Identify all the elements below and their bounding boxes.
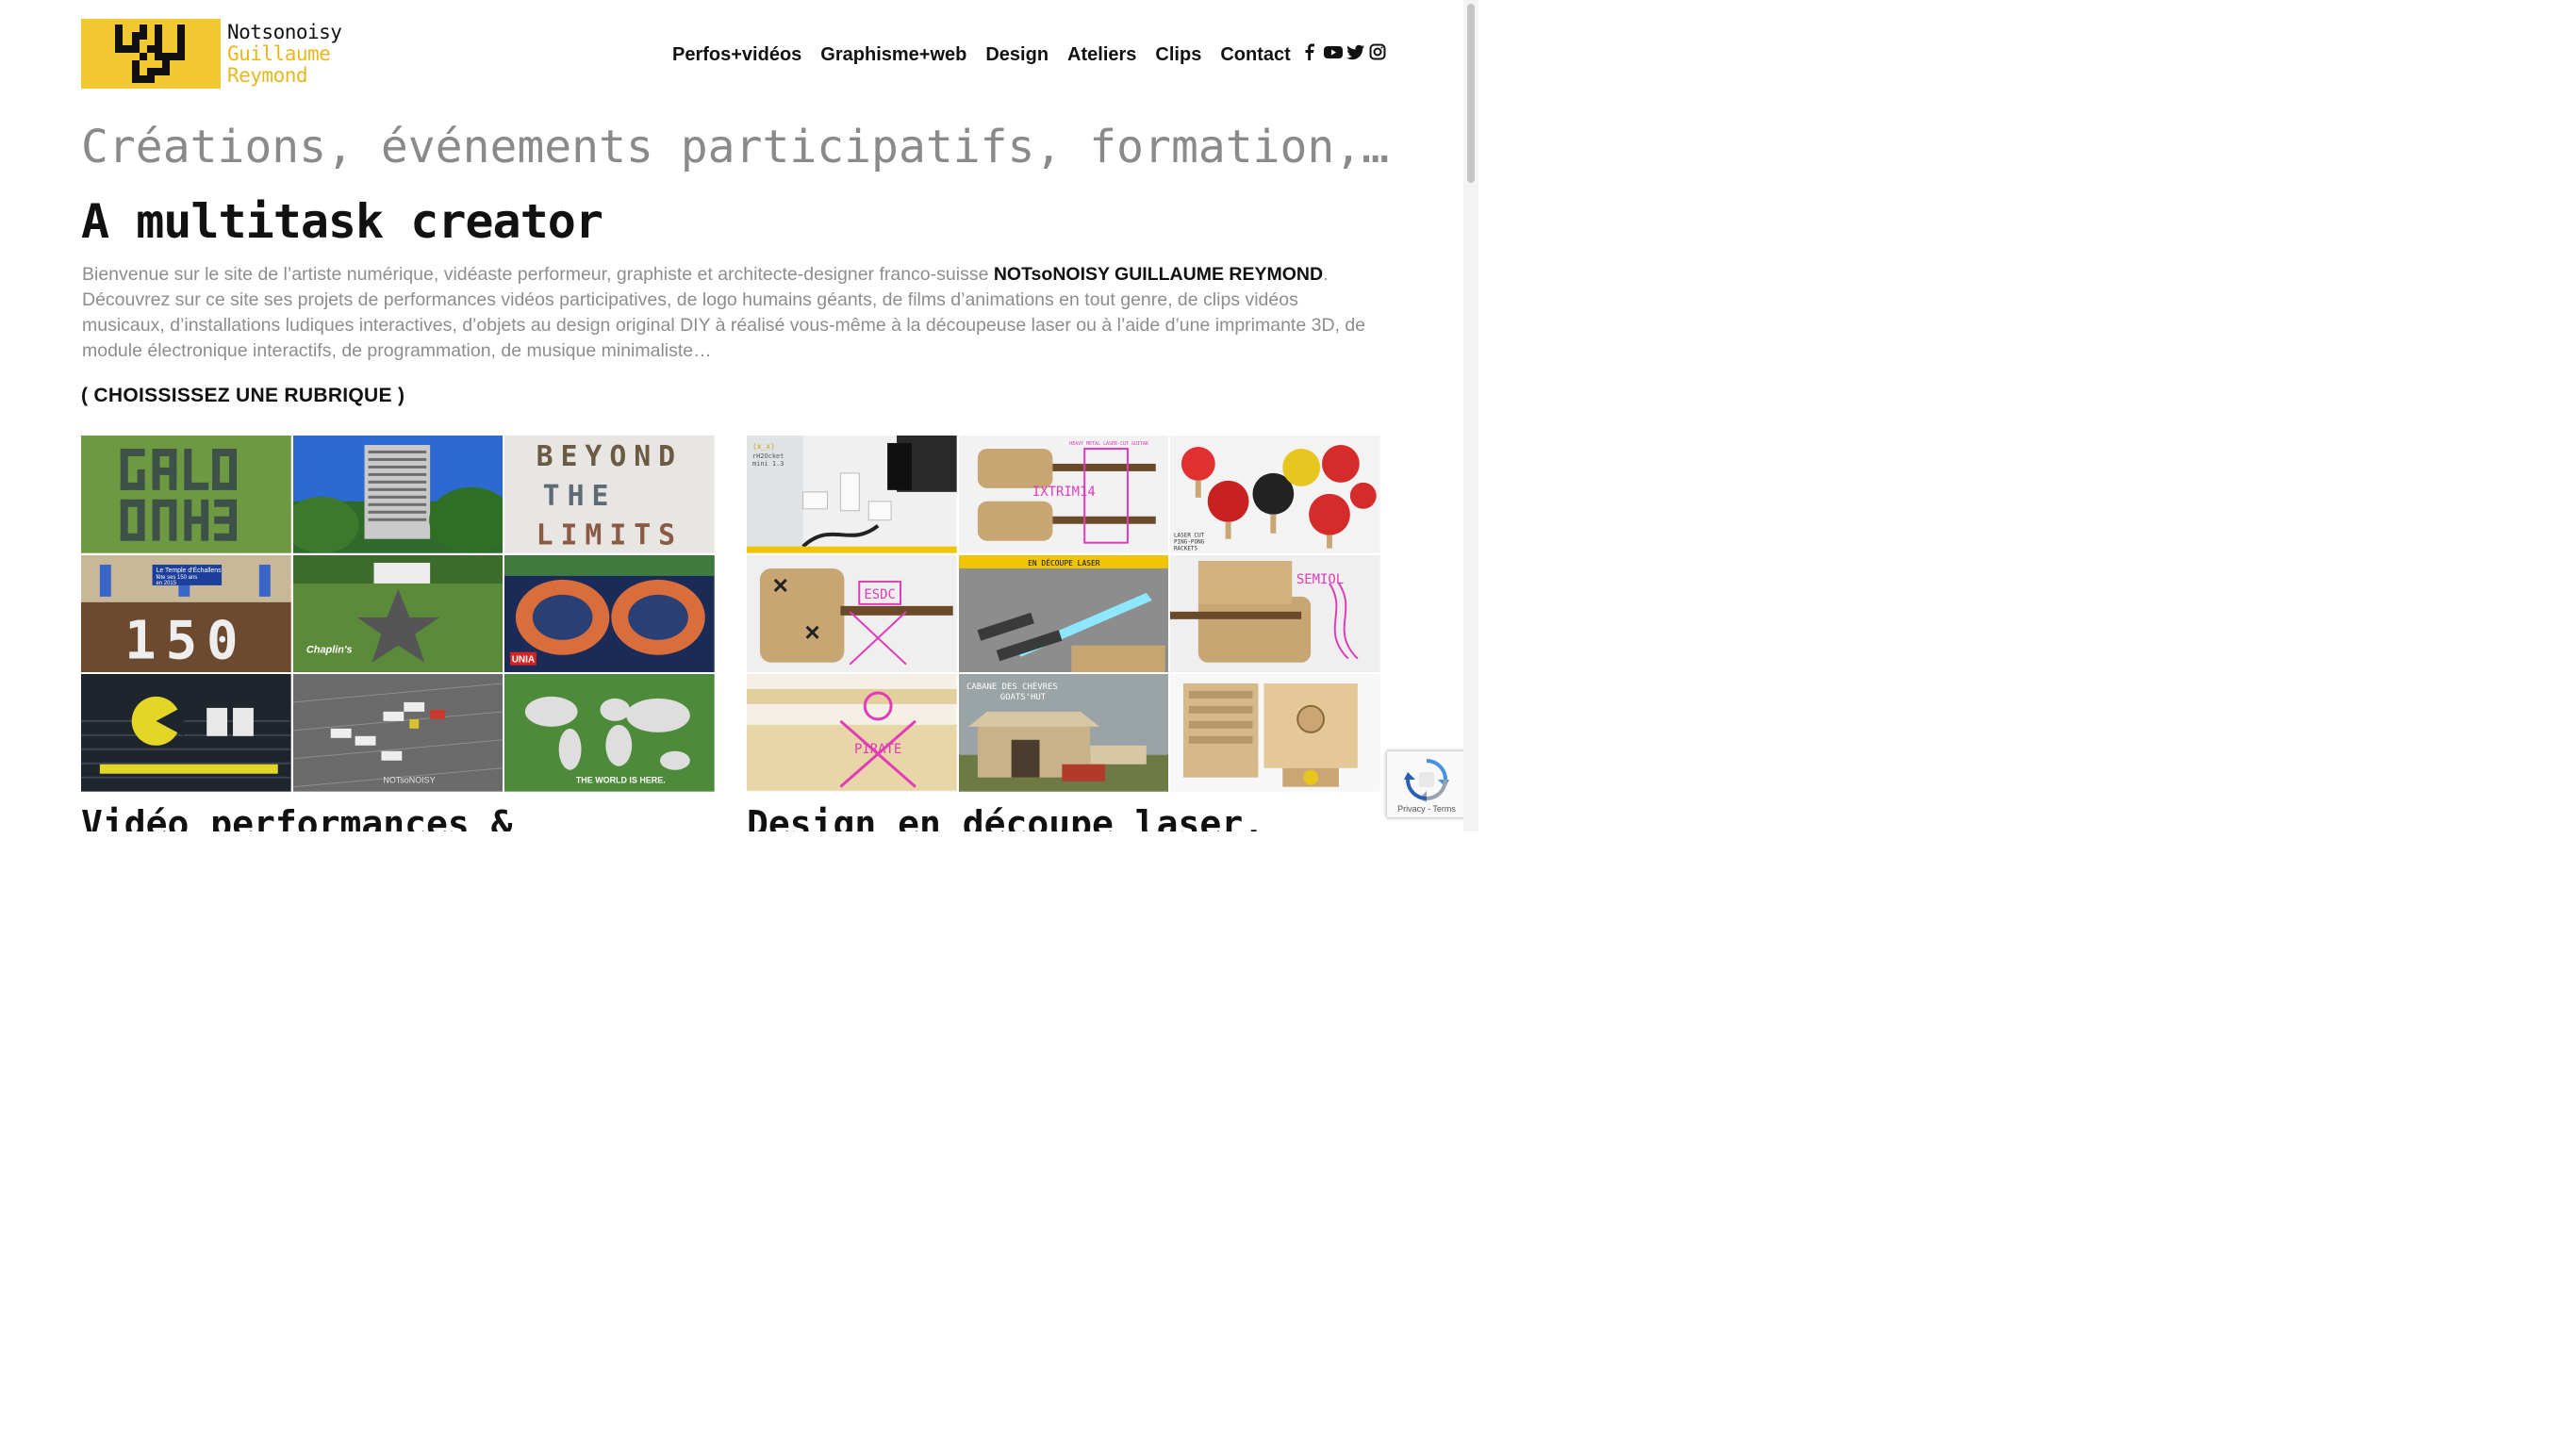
svg-text:rH2Ocket: rH2Ocket bbox=[752, 452, 784, 460]
thumbnail-esdc[interactable]: ESDC bbox=[747, 554, 957, 673]
thumbnail-world-map[interactable]: THE WORLD IS HERE. bbox=[504, 674, 715, 792]
svg-text:LIMITS: LIMITS bbox=[537, 519, 683, 552]
recaptcha-icon bbox=[1404, 759, 1449, 802]
svg-text:NOTsoNOISY: NOTsoNOISY bbox=[383, 776, 435, 785]
svg-text:PING-PONG: PING-PONG bbox=[1174, 539, 1205, 546]
page-scrollbar[interactable] bbox=[1463, 0, 1478, 831]
svg-text:en 2015: en 2015 bbox=[157, 581, 177, 586]
tagline-heading: Créations, événements participatifs, for… bbox=[81, 121, 1390, 173]
youtube-icon[interactable] bbox=[1324, 43, 1343, 60]
svg-text:SEMIOL: SEMIOL bbox=[1296, 572, 1344, 587]
svg-text:150: 150 bbox=[124, 610, 247, 671]
thumbnail-parking[interactable]: NOTsoNOISY bbox=[292, 674, 504, 792]
svg-text:HEAVY METAL LASER-CUT GUITAR: HEAVY METAL LASER-CUT GUITAR bbox=[1069, 441, 1148, 447]
svg-text:GOATS'HUT: GOATS'HUT bbox=[999, 693, 1046, 702]
site-logo[interactable]: Notsonoisy Guillaume Reymond bbox=[81, 19, 364, 90]
thumbnail-unia[interactable]: UNIA bbox=[504, 554, 715, 673]
thumbnail-pacman[interactable] bbox=[81, 674, 291, 792]
nav-item-graphisme-web[interactable]: Graphisme+web bbox=[820, 41, 966, 68]
intro-paragraph: Bienvenue sur le site de l’artiste numér… bbox=[82, 262, 1383, 364]
thumbnail-lightsaber[interactable]: EN DÉCOUPE LASER bbox=[958, 554, 1169, 673]
nav-item-clips[interactable]: Clips bbox=[1155, 41, 1201, 68]
nav-item-design[interactable]: Design bbox=[985, 41, 1049, 68]
scrollbar-thumb[interactable] bbox=[1467, 4, 1475, 183]
thumbnail-rh2ocket[interactable]: (x_x) rH2Ocket mini 1.3 bbox=[747, 436, 957, 553]
section-title-laser-design[interactable]: Design en découpe laser, bbox=[747, 803, 1264, 831]
logo-line-1: Notsonoisy bbox=[227, 21, 342, 43]
thumbnail-tower[interactable] bbox=[292, 436, 504, 553]
thumbnail-beyond-the-limits[interactable]: BEYOND THE LIMITS bbox=[504, 436, 715, 553]
thumbnail-star[interactable]: Chaplin's bbox=[292, 554, 504, 673]
svg-text:mini 1.3: mini 1.3 bbox=[752, 460, 784, 468]
intro-text-before: Bienvenue sur le site de l’artiste numér… bbox=[82, 264, 994, 285]
svg-text:Le Temple d'Échallens: Le Temple d'Échallens bbox=[157, 566, 223, 574]
svg-text:CABANE DES CHÈVRES: CABANE DES CHÈVRES bbox=[966, 681, 1058, 692]
thumbnail-ga0l[interactable] bbox=[81, 436, 291, 553]
svg-text:LASER CUT: LASER CUT bbox=[1174, 533, 1205, 539]
logo-text: Notsonoisy Guillaume Reymond bbox=[227, 21, 342, 87]
social-links bbox=[1301, 43, 1386, 60]
svg-text:PIRATE: PIRATE bbox=[854, 742, 901, 757]
video-performances-grid[interactable]: BEYOND THE LIMITS Le Temple d'Échallens … bbox=[81, 436, 715, 792]
rubrique-heading: ( CHOISSISSEZ UNE RUBRIQUE ) bbox=[81, 385, 405, 406]
svg-text:ESDC: ESDC bbox=[864, 587, 895, 602]
thumbnail-pingpong[interactable]: LASER CUT PING-PONG RACKETS bbox=[1170, 436, 1380, 553]
nav-item-contact[interactable]: Contact bbox=[1220, 41, 1290, 68]
svg-text:THE: THE bbox=[543, 480, 617, 513]
recaptcha-links[interactable]: Privacy - Terms bbox=[1387, 804, 1466, 814]
thumbnail-mechanism[interactable] bbox=[1170, 674, 1380, 792]
thumbnail-pirate[interactable]: PIRATE bbox=[747, 674, 957, 792]
thumbnail-goats-hut[interactable]: CABANE DES CHÈVRES GOATS'HUT bbox=[958, 674, 1169, 792]
svg-text:Chaplin's: Chaplin's bbox=[306, 644, 353, 655]
intro-artist-name: NOTsoNOISY GUILLAUME REYMOND bbox=[993, 264, 1324, 285]
laser-design-grid[interactable]: (x_x) rH2Ocket mini 1.3 IXTRIM14 HEAVY M… bbox=[747, 436, 1380, 792]
main-nav: Perfos+vidéos Graphisme+web Design Ateli… bbox=[672, 41, 1310, 68]
facebook-icon[interactable] bbox=[1301, 43, 1318, 60]
twitter-icon[interactable] bbox=[1346, 43, 1364, 60]
nav-item-perfos-videos[interactable]: Perfos+vidéos bbox=[672, 41, 801, 68]
page: Notsonoisy Guillaume Reymond Perfos+vidé… bbox=[0, 0, 1478, 831]
thumbnail-temple-echallens[interactable]: Le Temple d'Échallens fête ses 150 ans e… bbox=[81, 554, 291, 673]
svg-text:THE WORLD IS HERE.: THE WORLD IS HERE. bbox=[576, 776, 666, 785]
recaptcha-badge[interactable]: Privacy - Terms bbox=[1386, 750, 1467, 818]
svg-text:UNIA: UNIA bbox=[512, 654, 535, 665]
logo-line-2: Guillaume bbox=[227, 42, 331, 65]
svg-text:RACKETS: RACKETS bbox=[1174, 546, 1198, 552]
svg-text:(x_x): (x_x) bbox=[752, 442, 775, 451]
logo-mark bbox=[81, 19, 221, 89]
logo-line-3: Reymond bbox=[227, 64, 308, 87]
section-title-video-performances[interactable]: Vidéo performances & bbox=[81, 803, 513, 831]
instagram-icon[interactable] bbox=[1369, 43, 1386, 60]
thumbnail-ixtrim[interactable]: IXTRIM14 HEAVY METAL LASER-CUT GUITAR bbox=[958, 436, 1169, 553]
page-title: A multitask creator bbox=[81, 194, 603, 249]
svg-text:EN DÉCOUPE LASER: EN DÉCOUPE LASER bbox=[1028, 557, 1100, 568]
svg-text:IXTRIM14: IXTRIM14 bbox=[1032, 485, 1096, 500]
svg-text:BEYOND: BEYOND bbox=[537, 440, 683, 473]
thumbnail-semiolo[interactable]: SEMIOL bbox=[1170, 554, 1380, 673]
nav-item-ateliers[interactable]: Ateliers bbox=[1067, 41, 1136, 68]
